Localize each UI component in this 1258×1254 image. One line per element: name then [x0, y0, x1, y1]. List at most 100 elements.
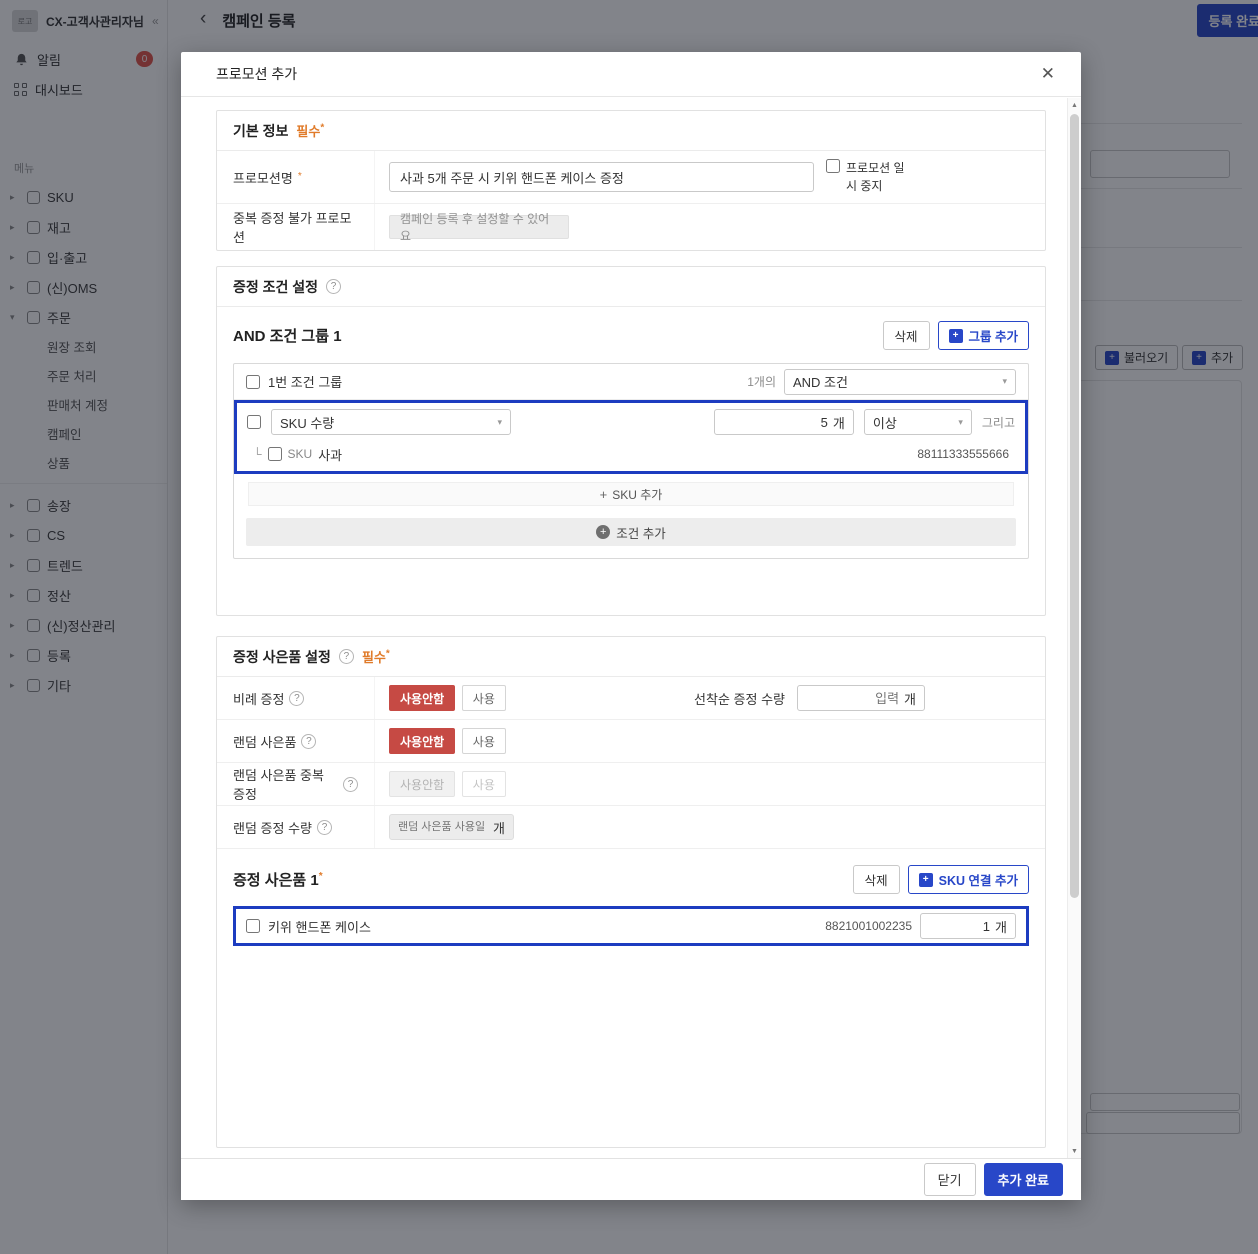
help-icon[interactable]: ?	[326, 279, 342, 294]
gift-qty-input-box: 개	[920, 913, 1016, 939]
help-icon[interactable]: ?	[289, 690, 305, 706]
condition-group-checkbox[interactable]	[246, 374, 260, 389]
modal-footer: 닫기 추가 완료	[181, 1158, 1081, 1200]
promotion-name-label: 프로모션명 *	[217, 151, 375, 203]
promotion-pause-label: 프로모션 일시 중지	[846, 161, 905, 193]
duplicate-gift-disabled-value: 캠페인 등록 후 설정할 수 있어요	[389, 212, 569, 243]
basic-info-title: 기본 정보	[233, 122, 289, 139]
random-dup-off-toggle: 사용안함	[389, 771, 456, 797]
tree-branch-icon: └	[253, 447, 262, 461]
random-dup-row: 랜덤 사은품 중복 증정 ? 사용안함 사용	[217, 763, 1045, 806]
required-label: 필수*	[296, 122, 325, 139]
and-group-heading-row: AND 조건 그룹 1 삭제 + 그룹 추가	[233, 321, 1029, 350]
random-qty-label: 랜덤 증정 수량 ?	[217, 806, 375, 848]
duplicate-gift-label: 중복 증정 불가 프로모션	[217, 204, 375, 250]
promotion-add-modal: 프로모션 추가 ✕ 기본 정보 필수* 프로모션명* 프로모션 일시 중지	[181, 52, 1081, 1200]
plus-icon: +	[599, 486, 608, 502]
condition-highlight-block: SKU 수량 ▾ 개 이상 ▾	[234, 400, 1028, 474]
scroll-down-icon[interactable]: ▼	[1068, 1144, 1081, 1158]
sku-name: 사과	[318, 447, 343, 463]
gift-condition-title-row: 증정 조건 설정 ?	[217, 267, 1045, 307]
chevron-down-icon: ▾	[958, 416, 963, 427]
sku-prefix: SKU	[287, 447, 313, 461]
gift-item-title-row: 증정 사은품 설정 ? 필수*	[217, 637, 1045, 677]
promotion-name-row: 프로모션명* 프로모션 일시 중지	[217, 151, 1045, 204]
chevron-down-icon: ▾	[497, 416, 502, 427]
modal-close-button[interactable]: 닫기	[923, 1163, 976, 1196]
first-come-unit: 개	[904, 691, 916, 707]
random-off-toggle[interactable]: 사용안함	[389, 728, 456, 754]
proportional-gift-label: 비례 증정 ?	[217, 677, 375, 719]
required-label: 필수*	[361, 648, 390, 665]
gift-list-heading: 증정 사은품 1*	[233, 871, 323, 890]
scroll-up-icon[interactable]: ▲	[1068, 98, 1081, 112]
quantity-unit: 개	[832, 415, 845, 431]
help-icon[interactable]: ?	[301, 733, 317, 749]
and-group-heading: AND 조건 그룹 1	[233, 328, 342, 345]
random-qty-unit: 개	[493, 820, 505, 836]
modal-body: 기본 정보 필수* 프로모션명* 프로모션 일시 중지 중복 증정 불가 프로모…	[181, 98, 1081, 1158]
gift-qty-unit: 개	[995, 919, 1007, 935]
help-icon[interactable]: ?	[338, 649, 354, 664]
gift-condition-title: 증정 조건 설정	[233, 278, 319, 295]
random-qty-input-box: 개	[389, 814, 514, 840]
gift-item-name: 키위 핸드폰 케이스	[268, 919, 371, 935]
gift-item-code: 8821001002235	[825, 919, 912, 933]
and-condition-select[interactable]: AND 조건 ▾	[784, 368, 1016, 395]
condition-sku-row: └ SKU 사과 88111333555666	[237, 441, 1025, 471]
sku-checkbox[interactable]	[267, 447, 282, 461]
group-add-button[interactable]: + 그룹 추가	[937, 321, 1029, 350]
basic-info-section: 기본 정보 필수* 프로모션명* 프로모션 일시 중지 중복 증정 불가 프로모…	[216, 110, 1046, 251]
gift-item-row: 키위 핸드폰 케이스 8821001002235 개	[233, 906, 1029, 946]
proportional-on-toggle[interactable]: 사용	[461, 685, 506, 711]
group-add-doc-icon: +	[948, 328, 963, 343]
modal-title: 프로모션 추가	[216, 66, 298, 82]
condition-type-select[interactable]: SKU 수량 ▾	[271, 409, 511, 435]
random-dup-label: 랜덤 사은품 중복 증정 ?	[217, 763, 375, 805]
condition-row: SKU 수량 ▾ 개 이상 ▾	[237, 403, 1025, 441]
gift-item-title: 증정 사은품 설정	[233, 648, 331, 665]
modal-scrollbar[interactable]: ▲ ▼	[1067, 98, 1081, 1158]
sku-add-button[interactable]: + SKU 추가	[248, 482, 1014, 506]
condition-group-box: 1번 조건 그룹 1개의 AND 조건 ▾ SKU 수량 ▾ 5 개 이상 ▾ …	[233, 363, 1029, 559]
help-icon[interactable]: ?	[343, 776, 358, 792]
proportional-gift-row: 비례 증정 ? 사용안함 사용 선착순 증정 수량 개	[217, 677, 1045, 720]
scrollbar-thumb[interactable]	[1070, 114, 1079, 899]
quantity-input-box: 개	[713, 409, 854, 435]
quantity-input[interactable]	[722, 414, 828, 430]
close-icon[interactable]: ✕	[1037, 60, 1059, 88]
random-gift-row: 랜덤 사은품 ? 사용안함 사용	[217, 720, 1045, 763]
sku-code: 88111333555666	[917, 447, 1009, 461]
condition-add-button[interactable]: + 조건 추가	[246, 518, 1016, 546]
duplicate-gift-row: 중복 증정 불가 프로모션 캠페인 등록 후 설정할 수 있어요	[217, 204, 1045, 250]
first-come-input[interactable]	[806, 690, 900, 706]
random-gift-label: 랜덤 사은품 ?	[217, 720, 375, 762]
random-on-toggle[interactable]: 사용	[461, 728, 506, 754]
chevron-down-icon: ▾	[1002, 376, 1007, 386]
modal-submit-button[interactable]: 추가 완료	[983, 1163, 1063, 1196]
modal-header: 프로모션 추가 ✕	[181, 52, 1081, 97]
help-icon[interactable]: ?	[316, 819, 332, 835]
random-qty-row: 랜덤 증정 수량 ? 개	[217, 806, 1045, 849]
promotion-pause-option: 프로모션 일시 중지	[826, 159, 914, 195]
comparator-select[interactable]: 이상 ▾	[863, 409, 972, 435]
gift-delete-button[interactable]: 삭제	[852, 865, 900, 894]
and-word: 그리고	[981, 415, 1015, 430]
circle-plus-icon: +	[596, 525, 611, 539]
sku-link-add-button[interactable]: + SKU 연결 추가	[907, 865, 1029, 894]
promotion-name-input[interactable]	[389, 162, 814, 192]
condition-group-header: 1번 조건 그룹 1개의 AND 조건 ▾	[234, 364, 1028, 400]
gift-list-heading-row: 증정 사은품 1* 삭제 + SKU 연결 추가	[233, 865, 1029, 894]
promotion-pause-checkbox[interactable]	[826, 159, 840, 173]
random-dup-on-toggle: 사용	[461, 771, 506, 797]
condition-count-text: 1개의	[747, 375, 776, 389]
proportional-off-toggle[interactable]: 사용안함	[389, 685, 456, 711]
condition-group-label: 1번 조건 그룹	[268, 375, 343, 390]
gift-qty-input[interactable]	[929, 918, 991, 934]
gift-item-checkbox[interactable]	[246, 919, 260, 933]
random-qty-input	[398, 821, 489, 833]
group-delete-button[interactable]: 삭제	[882, 321, 930, 350]
condition-checkbox[interactable]	[247, 415, 261, 429]
basic-info-title-row: 기본 정보 필수*	[217, 111, 1045, 151]
first-come-label: 선착순 증정 수량	[694, 691, 785, 707]
